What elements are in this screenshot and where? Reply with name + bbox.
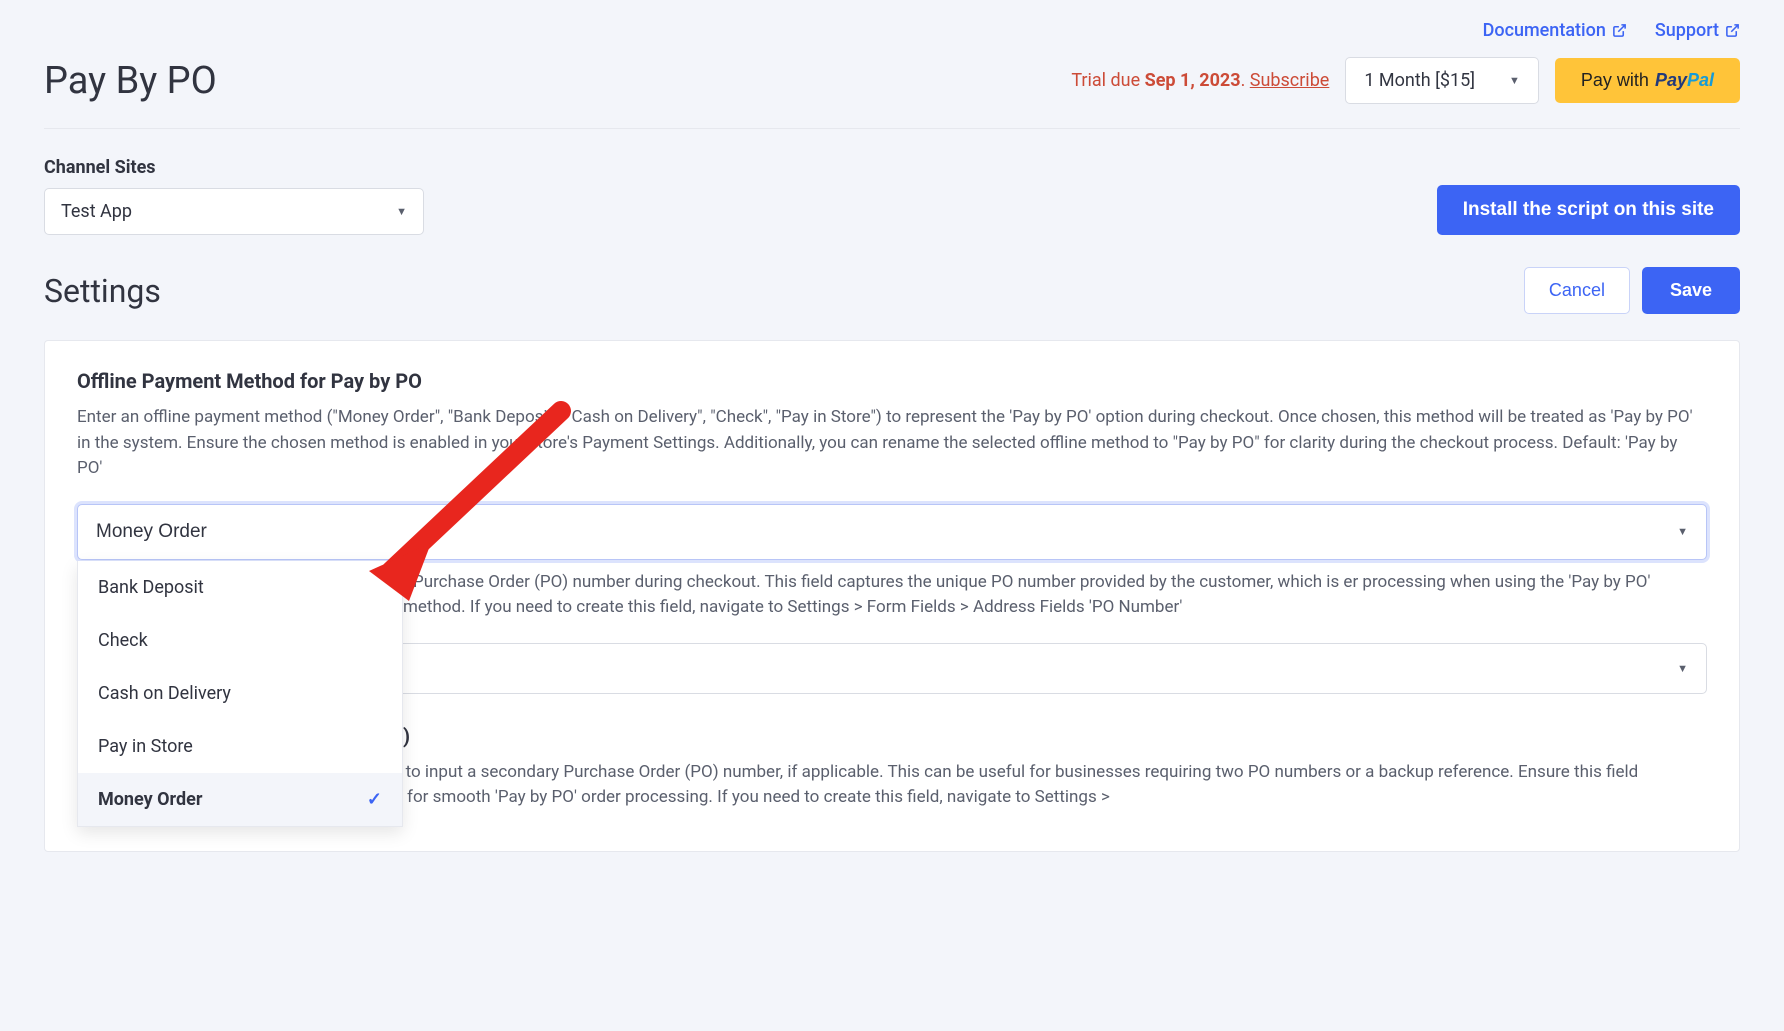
- caret-down-icon: ▼: [1677, 525, 1688, 538]
- install-script-button[interactable]: Install the script on this site: [1437, 185, 1740, 235]
- caret-down-icon: ▼: [396, 205, 407, 218]
- caret-down-icon: ▼: [1509, 74, 1520, 87]
- dropdown-option-money-order[interactable]: Money Order ✓: [78, 773, 402, 826]
- dropdown-option-bank-deposit[interactable]: Bank Deposit: [78, 561, 402, 614]
- settings-panel: Offline Payment Method for Pay by PO Ent…: [44, 340, 1740, 852]
- offline-payment-select[interactable]: ▼: [77, 504, 1707, 560]
- channel-site-value: Test App: [61, 201, 132, 222]
- page-title: Pay By PO: [44, 59, 217, 103]
- check-icon: ✓: [367, 789, 382, 810]
- channel-sites-label: Channel Sites: [44, 157, 424, 178]
- subscribe-link[interactable]: Subscribe: [1250, 70, 1330, 91]
- external-link-icon: [1725, 23, 1740, 38]
- subscription-duration-value: 1 Month [$15]: [1364, 70, 1475, 91]
- documentation-link[interactable]: Documentation: [1483, 20, 1627, 41]
- subscription-duration-select[interactable]: 1 Month [$15] ▼: [1345, 57, 1539, 104]
- support-label: Support: [1655, 20, 1719, 41]
- trial-notice: Trial due Sep 1, 2023. Subscribe: [1071, 70, 1329, 91]
- offline-payment-dropdown: Bank Deposit Check Cash on Delivery Pay …: [77, 561, 403, 827]
- channel-site-select[interactable]: Test App ▼: [44, 188, 424, 235]
- save-button[interactable]: Save: [1642, 267, 1740, 314]
- offline-payment-desc: Enter an offline payment method ("Money …: [77, 405, 1707, 482]
- offline-payment-title: Offline Payment Method for Pay by PO: [77, 369, 1707, 393]
- cancel-button[interactable]: Cancel: [1524, 267, 1630, 314]
- paypal-logo: PayPal: [1655, 70, 1714, 91]
- dropdown-option-check[interactable]: Check: [78, 614, 402, 667]
- caret-down-icon: ▼: [1677, 662, 1688, 675]
- dropdown-option-pay-in-store[interactable]: Pay in Store: [78, 720, 402, 773]
- offline-payment-input[interactable]: [96, 521, 1051, 543]
- settings-title: Settings: [44, 272, 161, 310]
- support-link[interactable]: Support: [1655, 20, 1740, 41]
- pay-with-paypal-button[interactable]: Pay with PayPal: [1555, 58, 1740, 103]
- dropdown-option-cash-on-delivery[interactable]: Cash on Delivery: [78, 667, 402, 720]
- documentation-label: Documentation: [1483, 20, 1606, 41]
- external-link-icon: [1612, 23, 1627, 38]
